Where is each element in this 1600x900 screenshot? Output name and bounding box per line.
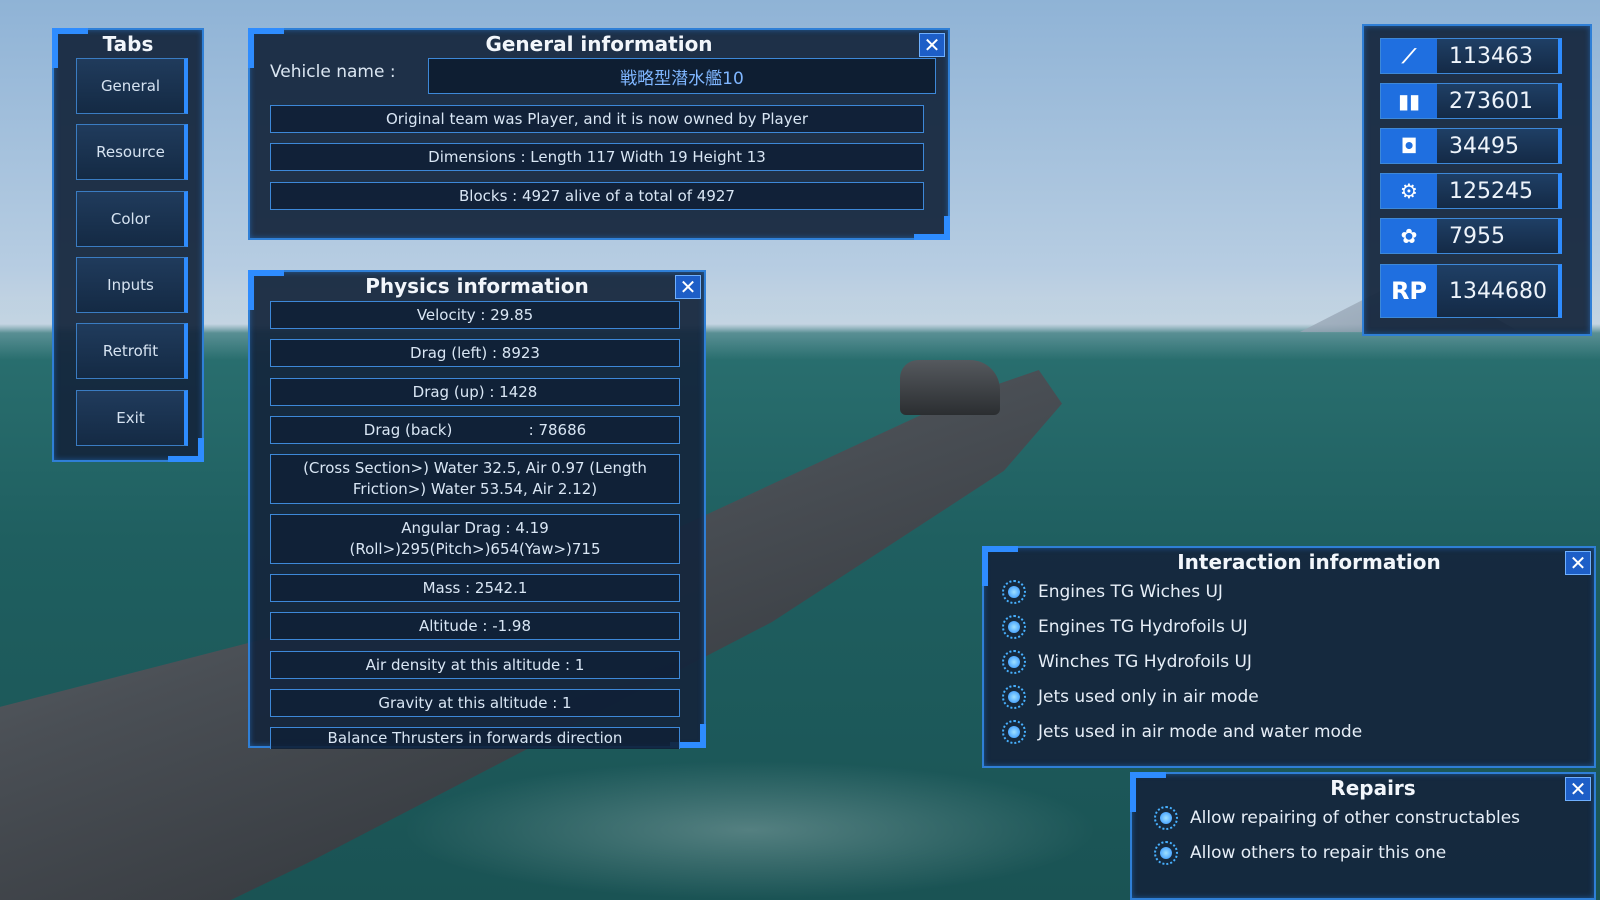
close-icon: ✕ bbox=[1569, 777, 1587, 801]
physics-info-panel: Physics information ✕ Velocity : 29.85 D… bbox=[248, 270, 706, 749]
toggle-sun-icon bbox=[1154, 805, 1178, 830]
toggle-sun-icon bbox=[1002, 684, 1026, 709]
physics-close-button[interactable]: ✕ bbox=[675, 275, 701, 299]
drag-left-row: Drag (left) : 8923 bbox=[270, 339, 680, 367]
rp-icon: RP bbox=[1381, 265, 1437, 317]
velocity-row: Velocity : 29.85 bbox=[270, 301, 680, 329]
toggle-sun-icon bbox=[1154, 840, 1178, 865]
submarine-tower bbox=[900, 360, 1000, 415]
interaction-close-button[interactable]: ✕ bbox=[1565, 551, 1591, 575]
fuel-icon: ▮▮ bbox=[1381, 84, 1437, 118]
interaction-item[interactable]: Engines TG Wiches UJ bbox=[1002, 574, 1362, 609]
interaction-info-panel: Interaction information ✕ Engines TG Wic… bbox=[982, 546, 1596, 768]
air-density-row: Air density at this altitude : 1 bbox=[270, 651, 680, 679]
repairs-panel: Repairs ✕ Allow repairing of other const… bbox=[1130, 772, 1596, 900]
general-close-button[interactable]: ✕ bbox=[919, 33, 945, 57]
tab-inputs[interactable]: Inputs bbox=[76, 257, 188, 313]
interaction-list: Engines TG Wiches UJ Engines TG Hydrofoi… bbox=[1002, 574, 1362, 749]
repairs-close-button[interactable]: ✕ bbox=[1565, 777, 1591, 801]
panel-corner bbox=[914, 216, 950, 240]
repairs-title: Repairs bbox=[1330, 776, 1416, 800]
interaction-item[interactable]: Engines TG Hydrofoils UJ bbox=[1002, 609, 1362, 644]
blocks-row: Blocks : 4927 alive of a total of 4927 bbox=[270, 182, 924, 210]
repairs-item[interactable]: Allow others to repair this one bbox=[1154, 835, 1520, 870]
physics-info-title: Physics information bbox=[365, 274, 589, 298]
interaction-item[interactable]: Jets used in air mode and water mode bbox=[1002, 714, 1362, 749]
material-icon: ⟋ bbox=[1381, 39, 1437, 73]
close-icon: ✕ bbox=[1569, 551, 1587, 575]
toggle-sun-icon bbox=[1002, 614, 1026, 639]
resource-natural: ✿ 7955 bbox=[1380, 218, 1562, 254]
interaction-info-title: Interaction information bbox=[1177, 550, 1441, 574]
general-info-panel: General information ✕ Vehicle name : 戦略型… bbox=[248, 28, 950, 240]
tab-resource[interactable]: Resource bbox=[76, 124, 188, 180]
cross-section-row: (Cross Section>) Water 32.5, Air 0.97 (L… bbox=[270, 454, 680, 504]
resource-fuel: ▮▮ 273601 bbox=[1380, 83, 1562, 119]
balance-thrusters-row[interactable]: Balance Thrusters in forwards direction bbox=[270, 727, 680, 749]
repairs-list: Allow repairing of other constructables … bbox=[1154, 800, 1520, 870]
tab-general[interactable]: General bbox=[76, 58, 188, 114]
toggle-sun-icon bbox=[1002, 649, 1026, 674]
interaction-item[interactable]: Winches TG Hydrofoils UJ bbox=[1002, 644, 1362, 679]
interaction-item[interactable]: Jets used only in air mode bbox=[1002, 679, 1362, 714]
drag-back-row: Drag (back) : 78686 bbox=[270, 416, 680, 444]
natural-icon: ✿ bbox=[1381, 219, 1437, 253]
toggle-sun-icon bbox=[1002, 719, 1026, 744]
tabs-panel: Tabs General Resource Color Inputs Retro… bbox=[52, 28, 204, 462]
water-spray bbox=[400, 760, 1100, 900]
toggle-sun-icon bbox=[1002, 579, 1026, 604]
tab-exit[interactable]: Exit bbox=[76, 390, 188, 446]
mass-row: Mass : 2542.1 bbox=[270, 574, 680, 602]
ammo-icon: ◘ bbox=[1381, 129, 1437, 163]
altitude-row: Altitude : -1.98 bbox=[270, 612, 680, 640]
metal-icon: ⚙ bbox=[1381, 174, 1437, 208]
resource-ammo: ◘ 34495 bbox=[1380, 128, 1562, 164]
close-icon: ✕ bbox=[679, 275, 697, 299]
tabs-title: Tabs bbox=[102, 32, 154, 56]
ownership-row: Original team was Player, and it is now … bbox=[270, 105, 924, 133]
vehicle-name-value: 戦略型潜水艦10 bbox=[620, 68, 744, 89]
resource-rp: RP 1344680 bbox=[1380, 264, 1562, 318]
general-info-title: General information bbox=[485, 32, 713, 56]
gravity-row: Gravity at this altitude : 1 bbox=[270, 689, 680, 717]
vehicle-name-label: Vehicle name : bbox=[270, 62, 396, 82]
dimensions-row: Dimensions : Length 117 Width 19 Height … bbox=[270, 143, 924, 171]
tab-color[interactable]: Color bbox=[76, 191, 188, 247]
resources-panel: ⟋ 113463 ▮▮ 273601 ◘ 34495 ⚙ 125245 ✿ 79… bbox=[1362, 24, 1592, 336]
drag-up-row: Drag (up) : 1428 bbox=[270, 378, 680, 406]
vehicle-name-input[interactable]: 戦略型潜水艦10 bbox=[428, 58, 936, 94]
repairs-item[interactable]: Allow repairing of other constructables bbox=[1154, 800, 1520, 835]
tab-retrofit[interactable]: Retrofit bbox=[76, 323, 188, 379]
angular-drag-row: Angular Drag : 4.19 (Roll>)295(Pitch>)65… bbox=[270, 514, 680, 564]
resource-material: ⟋ 113463 bbox=[1380, 38, 1562, 74]
close-icon: ✕ bbox=[923, 33, 941, 57]
resource-metal: ⚙ 125245 bbox=[1380, 173, 1562, 209]
